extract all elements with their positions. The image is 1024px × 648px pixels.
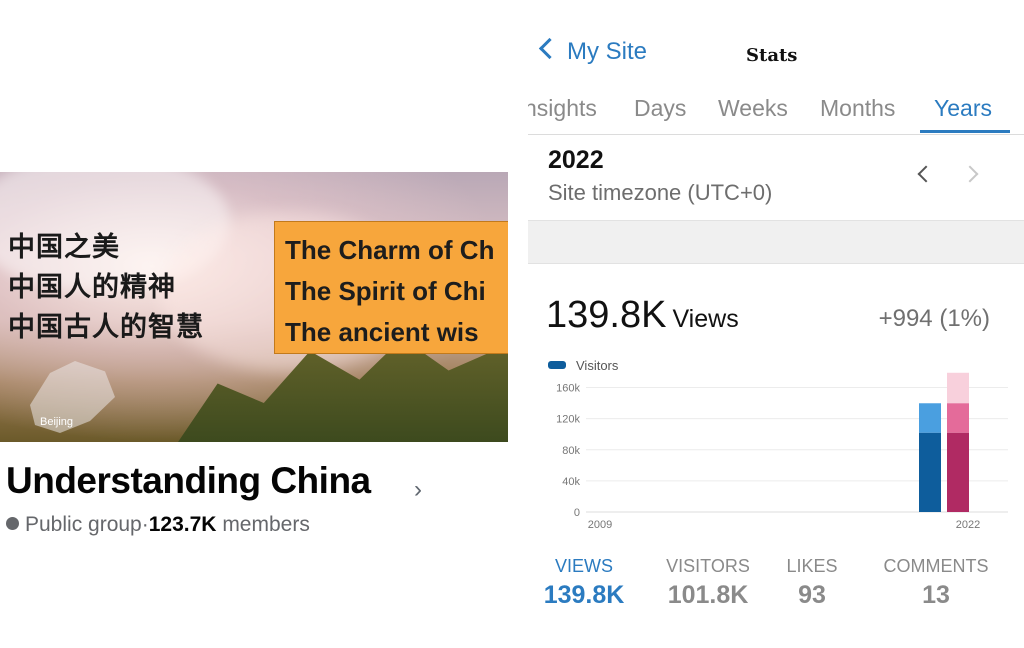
summary-value: 13 <box>922 581 950 609</box>
active-tab-indicator <box>920 130 1010 133</box>
legend-label: Visitors <box>576 358 619 373</box>
views-bar-chart[interactable]: 0 40k 80k 120k 160k 2009 2022 <box>528 372 1024 532</box>
page-title: Stats <box>746 45 798 66</box>
bar-highlight-base[interactable] <box>947 432 969 512</box>
cover-cn-line: 中国之美 <box>8 232 120 263</box>
back-label: My Site <box>567 38 648 65</box>
summary-comments[interactable]: COMMENTS 13 <box>881 556 991 610</box>
chart-legend: Visitors <box>548 358 618 373</box>
timezone-label: Site timezone (UTC+0) <box>548 180 773 205</box>
views-total-unit: Views <box>672 305 739 333</box>
cover-english-banner: The Charm of Ch The Spirit of Chi The an… <box>274 221 508 354</box>
privacy-label: Public group <box>25 513 142 536</box>
cover-en-line: The Charm of Ch <box>285 235 495 265</box>
section-divider <box>528 220 1024 264</box>
views-total-value: 139.8K <box>546 294 667 336</box>
tab-insights[interactable]: nsights <box>528 95 597 122</box>
previous-period-chevron-icon[interactable] <box>917 165 935 183</box>
summary-views[interactable]: VIEWS 139.8K <box>529 556 639 610</box>
stats-screen: My Site Stats nsights Days Weeks Months … <box>528 0 1024 648</box>
y-tick-label: 80k <box>562 445 580 457</box>
summary-visitors[interactable]: VISITORS 101.8K <box>653 556 763 610</box>
bar-highlight-mid[interactable] <box>947 403 969 433</box>
bar-highlight-top[interactable] <box>947 372 969 404</box>
members-count: 123.7K <box>148 513 217 536</box>
views-total: 139.8K Views <box>546 294 739 337</box>
group-cover-image[interactable]: Beijing 中国之美 中国人的精神 中国古人的智慧 The Charm of… <box>0 172 508 442</box>
cover-en-line: The ancient wis <box>285 317 479 347</box>
summary-label: COMMENTS <box>883 556 989 576</box>
period-tabs: nsights Days Weeks Months Years <box>528 90 1024 135</box>
y-tick-label: 120k <box>556 414 580 426</box>
y-tick-label: 160k <box>556 383 580 395</box>
group-meta: Public group·123.7K members <box>6 513 310 537</box>
next-period-chevron-icon[interactable] <box>961 165 979 183</box>
back-button[interactable]: My Site <box>538 37 648 66</box>
cover-chinese-text: 中国之美 中国人的精神 中国古人的智慧 <box>8 228 204 348</box>
summary-value: 139.8K <box>543 581 625 609</box>
facebook-group-card: Beijing 中国之美 中国人的精神 中国古人的智慧 The Charm of… <box>0 0 528 648</box>
tab-years[interactable]: Years <box>934 95 992 122</box>
period-label: 2022 <box>548 146 604 174</box>
tab-months[interactable]: Months <box>820 95 895 122</box>
summary-likes[interactable]: LIKES 93 <box>757 556 867 610</box>
chevron-left-icon <box>538 37 561 60</box>
views-change: +994 (1%) <box>878 305 990 332</box>
meta-separator: · <box>141 513 149 536</box>
summary-value: 101.8K <box>667 581 749 609</box>
chevron-right-icon[interactable]: › <box>414 476 422 504</box>
summary-label: VISITORS <box>666 556 750 576</box>
summary-label: LIKES <box>786 556 838 576</box>
tab-weeks[interactable]: Weeks <box>718 95 788 122</box>
cover-cn-line: 中国人的精神 <box>8 272 176 303</box>
tab-days[interactable]: Days <box>634 95 686 122</box>
bar-views-2022[interactable] <box>919 403 941 433</box>
cover-cn-line: 中国古人的智慧 <box>8 312 204 343</box>
group-name-link[interactable]: Understanding China <box>6 460 371 502</box>
y-tick-label: 0 <box>574 507 580 519</box>
map-label: Beijing <box>40 416 74 428</box>
x-tick-label: 2022 <box>956 519 980 531</box>
summary-value: 93 <box>798 581 826 609</box>
x-tick-label: 2009 <box>588 519 612 531</box>
y-tick-label: 40k <box>562 476 580 488</box>
legend-swatch <box>548 361 566 369</box>
summary-label: VIEWS <box>554 556 613 576</box>
globe-icon <box>6 517 19 530</box>
members-label: members <box>222 513 310 536</box>
cover-en-line: The Spirit of Chi <box>285 276 486 306</box>
bar-visitors-2022[interactable] <box>919 432 941 512</box>
